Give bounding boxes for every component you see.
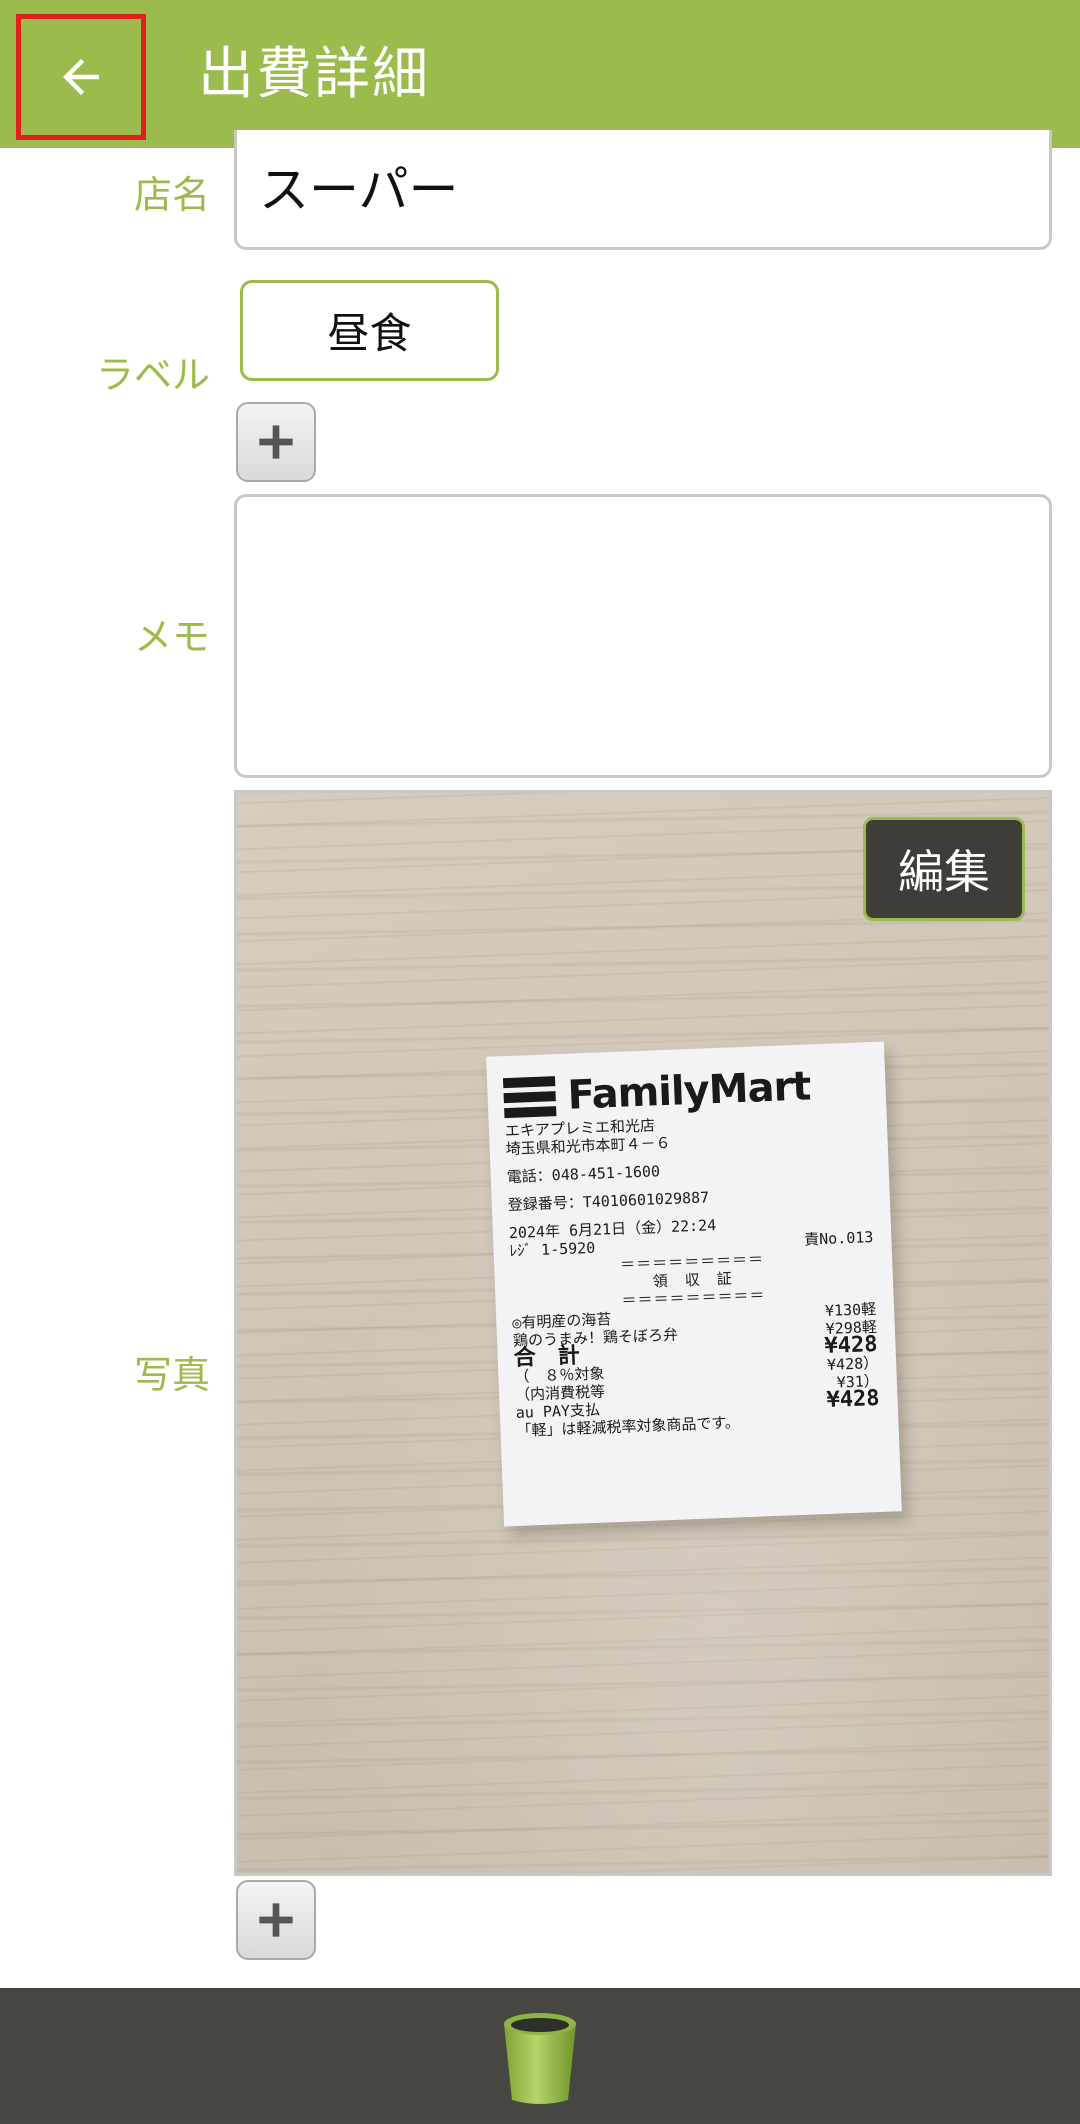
bottom-toolbar — [0, 1988, 1080, 2124]
store-name-value: スーパー — [259, 161, 459, 219]
store-label: 店名 — [133, 173, 210, 217]
delete-button[interactable] — [496, 2008, 584, 2108]
trash-icon — [504, 2013, 576, 2104]
receipt-line: ﾚｼﾞ 1-5920 — [509, 1238, 596, 1261]
receipt-photo[interactable]: FamilyMart エキアプレミエ和光店 埼玉県和光市本町４－６ 電話：048… — [234, 790, 1052, 1876]
receipt-line: ¥428 — [824, 1332, 878, 1360]
add-photo-button[interactable] — [236, 1880, 316, 1960]
page-title: 出費詳細 — [198, 42, 430, 107]
receipt-image: FamilyMart エキアプレミエ和光店 埼玉県和光市本町４－６ 電話：048… — [486, 1041, 902, 1527]
expense-detail-screen: 出費詳細 店名 スーパー ラベル 昼食 メモ 写真 FamilyMart エキア… — [0, 0, 1080, 2124]
familymart-logo-icon — [502, 1076, 557, 1119]
plus-icon — [259, 425, 293, 459]
receipt-line: ¥130軽 — [824, 1300, 877, 1320]
store-name-field[interactable]: スーパー — [234, 130, 1052, 250]
receipt-line: ¥428） — [826, 1353, 879, 1374]
photo-label: 写真 — [133, 1353, 210, 1397]
labels-label: ラベル — [95, 353, 210, 397]
arrow-left-icon — [63, 59, 99, 95]
receipt-line: 責No.013 — [803, 1228, 874, 1249]
app-bar: 出費詳細 — [0, 0, 1080, 148]
edit-photo-button[interactable]: 編集 — [863, 817, 1025, 921]
memo-field[interactable] — [234, 494, 1052, 778]
add-label-button[interactable] — [236, 402, 316, 482]
label-tag-chip[interactable]: 昼食 — [240, 280, 499, 381]
back-button[interactable] — [16, 14, 146, 140]
memo-label: メモ — [133, 615, 210, 659]
receipt-brand: FamilyMart — [566, 1063, 812, 1119]
plus-icon — [259, 1903, 293, 1937]
receipt-line: ¥428 — [826, 1385, 881, 1413]
